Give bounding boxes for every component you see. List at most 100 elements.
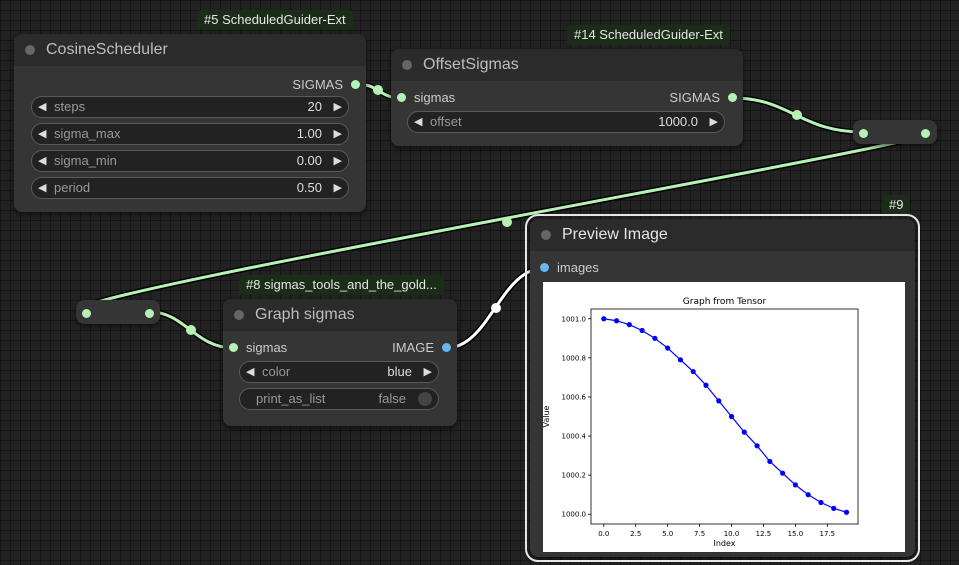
data-point [601,316,607,322]
widget-value[interactable]: 1.00 [297,124,322,144]
widget-color[interactable]: ◀ color blue ▶ [239,361,439,383]
slot-label: sigmas [414,90,456,105]
node-title: Graph sigmas [255,306,355,323]
widget-print-as-list[interactable]: print_as_list false [239,388,439,410]
x-tick-label: 5.0 [662,530,673,538]
widget-label: steps [54,99,86,114]
link-midpoint[interactable] [373,85,383,95]
offset-sigmas-node[interactable]: OffsetSigmas sigmas SIGMAS ◀ offset 1000… [391,49,743,146]
collapse-dot-icon[interactable] [25,45,35,55]
data-point [843,509,850,515]
x-tick-label: 17.5 [820,530,836,538]
collapse-dot-icon[interactable] [541,230,551,240]
decrement-arrow-icon[interactable]: ◀ [414,112,422,132]
reroute-node[interactable] [853,120,937,144]
widget-label: sigma_min [54,153,117,168]
decrement-arrow-icon[interactable]: ◀ [38,97,46,117]
decrement-arrow-icon[interactable]: ◀ [38,124,46,144]
link-midpoint[interactable] [186,325,196,335]
widget-label: print_as_list [256,391,326,406]
output-slot-image[interactable]: IMAGE [392,339,451,357]
data-point [716,398,722,404]
output-dot-icon[interactable] [442,343,451,353]
data-point [703,382,709,388]
collapse-dot-icon[interactable] [402,60,412,70]
node-title: OffsetSigmas [423,56,519,73]
input-slot-images[interactable]: images [540,259,599,277]
widget-period[interactable]: ◀ period 0.50 ▶ [31,177,349,199]
widget-sigma-max[interactable]: ◀ sigma_max 1.00 ▶ [31,123,349,145]
input-dot-icon[interactable] [859,129,868,138]
widget-steps[interactable]: ◀ steps 20 ▶ [31,96,349,118]
x-tick-label: 7.5 [694,530,705,538]
decrement-arrow-icon[interactable]: ◀ [38,151,46,171]
data-point [780,470,786,476]
widget-offset[interactable]: ◀ offset 1000.0 ▶ [407,111,725,133]
link-midpoint[interactable] [491,303,501,313]
output-slot-sigmas[interactable]: SIGMAS [292,76,360,94]
widget-label: period [54,180,91,195]
node-title-bar[interactable]: Graph sigmas [223,299,457,331]
decrement-arrow-icon[interactable]: ◀ [38,178,46,198]
increment-arrow-icon[interactable]: ▶ [334,178,342,198]
increment-arrow-icon[interactable]: ▶ [334,97,342,117]
output-dot-icon[interactable] [728,93,737,103]
increment-arrow-icon[interactable]: ▶ [334,124,342,144]
data-point [792,482,799,488]
widget-value[interactable]: 20 [308,97,322,117]
widget-value[interactable]: 1000.0 [658,112,698,132]
input-dot-icon[interactable] [82,309,91,318]
widget-label: sigma_max [54,126,121,141]
data-point [613,318,620,324]
link-offset-to-reroute1[interactable] [732,95,864,135]
input-slot-sigmas[interactable]: sigmas [229,339,287,357]
data-point [728,413,735,420]
increment-arrow-icon[interactable]: ▶ [424,362,432,382]
data-point [741,429,747,435]
link-midpoint[interactable] [502,217,512,227]
increment-arrow-icon[interactable]: ▶ [334,151,342,171]
decrement-arrow-icon[interactable]: ◀ [246,362,254,382]
output-dot-icon[interactable] [921,129,930,138]
input-slot-sigmas[interactable]: sigmas [397,89,455,107]
node-badge: #8 sigmas_tools_and_the_gold... [239,275,444,295]
slot-label: SIGMAS [292,77,343,92]
link-reroute2-to-graph[interactable] [149,309,235,351]
node-title: CosineScheduler [46,41,168,58]
node-canvas[interactable]: #5 ScheduledGuider-Ext CosineScheduler S… [0,0,959,565]
slot-label: sigmas [246,340,288,355]
x-tick-label: 2.5 [630,530,641,538]
graph-sigmas-node[interactable]: Graph sigmas sigmas IMAGE ◀ color blue ▶… [223,299,457,426]
output-slot-sigmas[interactable]: SIGMAS [669,89,737,107]
data-point [754,443,760,449]
node-title-bar[interactable]: OffsetSigmas [391,49,743,81]
input-dot-icon[interactable] [229,343,238,353]
widget-sigma-min[interactable]: ◀ sigma_min 0.00 ▶ [31,150,349,172]
node-title-bar[interactable]: CosineScheduler [14,34,366,66]
x-axis-label: Index [713,539,735,548]
link-midpoint[interactable] [792,110,802,120]
data-point [831,505,837,511]
widget-value[interactable]: 0.00 [297,151,322,171]
y-tick-label: 1000.0 [562,511,587,519]
input-dot-icon[interactable] [540,263,549,273]
input-dot-icon[interactable] [397,93,406,103]
widget-label: offset [430,114,462,129]
node-badge: #9 [882,195,911,215]
node-badge: #14 ScheduledGuider-Ext [567,25,730,45]
toggle-knob-icon[interactable] [418,392,432,406]
x-tick-label: 15.0 [788,530,804,538]
slot-label: IMAGE [392,340,434,355]
widget-value[interactable]: 0.50 [297,178,322,198]
reroute-node[interactable] [76,300,160,324]
collapse-dot-icon[interactable] [234,310,244,320]
output-dot-icon[interactable] [145,309,154,318]
increment-arrow-icon[interactable]: ▶ [710,112,718,132]
data-point [639,327,645,334]
y-tick-label: 1000.6 [562,393,587,401]
data-point [690,368,696,375]
output-dot-icon[interactable] [351,80,360,90]
cosine-scheduler-node[interactable]: CosineScheduler SIGMAS ◀ steps 20 ▶ ◀ si… [14,34,366,212]
node-title-bar[interactable]: Preview Image [530,219,915,251]
widget-value[interactable]: blue [387,362,412,382]
